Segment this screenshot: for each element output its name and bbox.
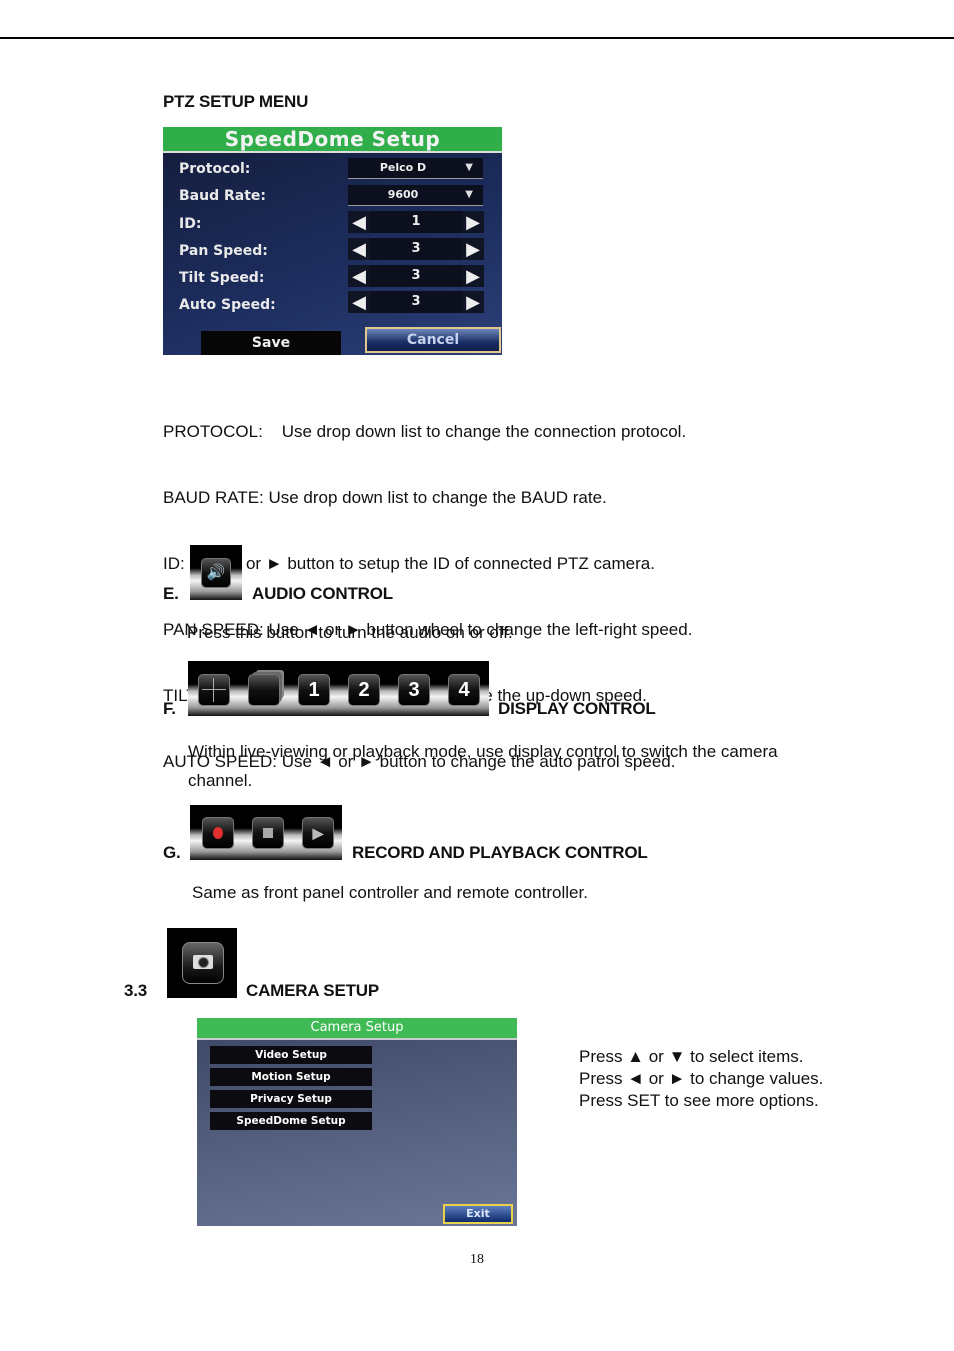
- channel-3-button[interactable]: 3: [398, 674, 430, 706]
- left-arrow-icon[interactable]: ◀: [348, 265, 370, 287]
- protocol-label: Protocol:: [179, 161, 251, 177]
- section-number: 3.3: [124, 981, 148, 1000]
- exit-button[interactable]: Exit: [443, 1204, 513, 1224]
- menu-item-video-setup[interactable]: Video Setup: [210, 1046, 372, 1064]
- baud-rate-value: 9600: [387, 188, 419, 201]
- quad-view-icon[interactable]: [198, 674, 230, 706]
- pan-speed-label: Pan Speed:: [179, 243, 268, 259]
- baud-rate-dropdown[interactable]: 9600 ▼: [348, 185, 483, 206]
- auto-speed-label: Auto Speed:: [179, 297, 276, 313]
- pan-speed-stepper: ◀ 3 ▶: [348, 238, 484, 260]
- left-arrow-icon[interactable]: ◀: [348, 291, 370, 313]
- header-rule: [0, 37, 954, 39]
- left-arrow-icon[interactable]: ◀: [348, 238, 370, 260]
- left-arrow-icon[interactable]: ◀: [348, 211, 370, 233]
- record-playback-text: Same as front panel controller and remot…: [192, 883, 588, 902]
- instruction-line: Press SET to see more options.: [579, 1091, 819, 1110]
- menu-item-motion-setup[interactable]: Motion Setup: [210, 1068, 372, 1086]
- audio-control-title: AUDIO CONTROL: [252, 584, 393, 603]
- display-control-strip: 1 2 3 4: [188, 661, 489, 716]
- section-g-letter: G.: [163, 843, 181, 862]
- section-e-letter: E.: [163, 584, 179, 603]
- camera-icon[interactable]: [182, 942, 224, 984]
- play-icon[interactable]: ▶: [302, 817, 334, 849]
- channel-1-button[interactable]: 1: [298, 674, 330, 706]
- chevron-down-icon: ▼: [465, 189, 473, 200]
- camera-setup-panel-title: Camera Setup: [197, 1018, 517, 1040]
- instruction-line: Press ▲ or ▼ to select items.: [579, 1047, 804, 1066]
- pan-speed-value: 3: [411, 241, 421, 256]
- tilt-speed-label: Tilt Speed:: [179, 270, 265, 286]
- display-control-text-line: channel.: [188, 771, 253, 790]
- speeddome-setup-panel: SpeedDome Setup Protocol: Pelco D ▼ Baud…: [163, 127, 502, 355]
- camera-setup-panel: Camera Setup Video Setup Motion Setup Pr…: [197, 1018, 517, 1226]
- auto-speed-value: 3: [411, 294, 421, 309]
- baud-rate-label: Baud Rate:: [179, 188, 266, 204]
- stop-icon[interactable]: [252, 817, 284, 849]
- instructions: Press ▲ or ▼ to select items. Press ◄ or…: [579, 1046, 823, 1112]
- id-stepper: ◀ 1 ▶: [348, 211, 484, 233]
- audio-control-strip: 🔊: [190, 545, 242, 600]
- section-f-letter: F.: [163, 699, 176, 718]
- right-arrow-icon[interactable]: ▶: [462, 291, 484, 313]
- channel-4-button[interactable]: 4: [448, 674, 480, 706]
- description-line: PROTOCOL: Use drop down list to change t…: [163, 422, 687, 441]
- protocol-dropdown[interactable]: Pelco D ▼: [348, 158, 483, 179]
- speaker-icon[interactable]: 🔊: [201, 558, 231, 588]
- cancel-button[interactable]: Cancel: [365, 327, 501, 353]
- description-line: ID: Use ◄ or ► button to setup the ID of…: [163, 554, 655, 573]
- chevron-down-icon: ▼: [465, 162, 473, 173]
- camera-setup-title: CAMERA SETUP: [246, 981, 379, 1000]
- protocol-value: Pelco D: [379, 161, 427, 174]
- tilt-speed-value: 3: [411, 268, 421, 283]
- display-control-title: DISPLAY CONTROL: [498, 699, 656, 718]
- description-line: BAUD RATE: Use drop down list to change …: [163, 488, 607, 507]
- id-label: ID:: [179, 216, 202, 232]
- record-playback-strip: ▶: [190, 805, 342, 860]
- menu-item-speeddome-setup[interactable]: SpeedDome Setup: [210, 1112, 372, 1130]
- save-button[interactable]: Save: [201, 331, 341, 355]
- display-control-text: Within live-viewing or playback mode, us…: [188, 737, 778, 795]
- auto-speed-stepper: ◀ 3 ▶: [348, 291, 484, 313]
- id-value: 1: [411, 214, 421, 229]
- record-playback-title: RECORD AND PLAYBACK CONTROL: [352, 843, 648, 862]
- display-control-text-line: Within live-viewing or playback mode, us…: [188, 742, 778, 761]
- section-title: PTZ SETUP MENU: [163, 92, 309, 111]
- record-icon[interactable]: [202, 817, 234, 849]
- field-descriptions: PROTOCOL: Use drop down list to change t…: [163, 377, 692, 795]
- menu-item-privacy-setup[interactable]: Privacy Setup: [210, 1090, 372, 1108]
- audio-control-text: Press this button to turn the audio on o…: [187, 623, 513, 642]
- right-arrow-icon[interactable]: ▶: [462, 211, 484, 233]
- multi-view-icon[interactable]: [248, 674, 280, 706]
- speeddome-title: SpeedDome Setup: [163, 127, 502, 153]
- instruction-line: Press ◄ or ► to change values.: [579, 1069, 824, 1088]
- tilt-speed-stepper: ◀ 3 ▶: [348, 265, 484, 287]
- right-arrow-icon[interactable]: ▶: [462, 265, 484, 287]
- camera-setup-icon-tile: [167, 928, 237, 998]
- page-number: 18: [470, 1252, 484, 1267]
- right-arrow-icon[interactable]: ▶: [462, 238, 484, 260]
- channel-2-button[interactable]: 2: [348, 674, 380, 706]
